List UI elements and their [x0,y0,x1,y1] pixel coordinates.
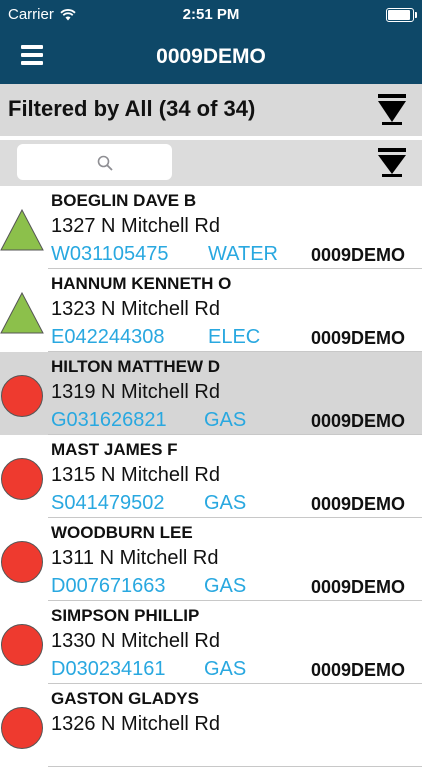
list-item[interactable]: WOODBURN LEE 1311 N Mitchell Rd D0076716… [0,518,422,601]
customer-name: HANNUM KENNETH O [51,274,232,293]
customer-name: WOODBURN LEE [51,523,193,542]
service-address: 1327 N Mitchell Rd [51,215,220,237]
list-item[interactable]: GASTON GLADYS 1326 N Mitchell Rd [0,684,422,767]
service-address: 1330 N Mitchell Rd [51,630,220,652]
battery-icon [386,8,417,22]
search-input[interactable] [17,144,172,180]
service-address: 1319 N Mitchell Rd [51,381,220,403]
route-label: 0009DEMO [311,660,406,680]
red-circle-icon [1,458,43,500]
filter-status-label: Filtered by All (34 of 34) [8,96,256,121]
customer-name: BOEGLIN DAVE B [51,191,197,210]
list-item[interactable]: HILTON MATTHEW D 1319 N Mitchell Rd G031… [0,352,422,435]
utility-type-link[interactable]: GAS [204,492,246,515]
meter-number-link[interactable]: D030234161 [51,658,166,681]
page-title: 0009DEMO [156,45,266,68]
service-address: 1326 N Mitchell Rd [51,713,220,735]
customer-name: HILTON MATTHEW D [51,357,221,376]
list-item[interactable]: BOEGLIN DAVE B 1327 N Mitchell Rd W03110… [0,186,422,269]
red-circle-icon [1,624,43,666]
utility-type-link[interactable]: GAS [204,658,246,681]
route-label: 0009DEMO [311,577,406,597]
utility-type-link[interactable]: WATER [208,243,278,266]
red-circle-icon [1,707,43,749]
route-label: 0009DEMO [311,328,406,348]
route-label: 0009DEMO [311,245,406,265]
red-circle-icon [1,375,43,417]
status-bar: Carrier 2:51 PM [0,0,422,30]
meter-number-link[interactable]: D007671663 [51,575,166,598]
list-item[interactable]: SIMPSON PHILLIP 1330 N Mitchell Rd D0302… [0,601,422,684]
service-address: 1311 N Mitchell Rd [51,547,219,569]
customer-name: SIMPSON PHILLIP [51,606,200,625]
filter-icon[interactable] [378,94,406,126]
customer-name: GASTON GLADYS [51,689,199,708]
route-label: 0009DEMO [311,411,406,431]
green-triangle-icon [0,208,44,251]
meter-number-link[interactable]: W031105475 [51,243,169,266]
sort-icon[interactable] [378,148,406,178]
search-icon [97,155,113,171]
meter-number-link[interactable]: S041479502 [51,492,164,515]
search-bar [0,140,422,186]
clock: 2:51 PM [182,6,240,23]
customer-name: MAST JAMES F [51,440,178,459]
meter-number-link[interactable]: E042244308 [51,326,164,349]
route-label: 0009DEMO [311,494,406,514]
meter-number-link[interactable]: G031626821 [51,409,167,432]
green-triangle-icon [0,291,44,334]
list-item[interactable]: MAST JAMES F 1315 N Mitchell Rd S0414795… [0,435,422,518]
navigation-bar: 0009DEMO [0,30,422,84]
utility-type-link[interactable]: ELEC [208,326,260,349]
utility-type-link[interactable]: GAS [204,575,246,598]
service-address: 1315 N Mitchell Rd [51,464,220,486]
account-list: BOEGLIN DAVE B 1327 N Mitchell Rd W03110… [0,186,422,767]
utility-type-link[interactable]: GAS [204,409,246,432]
list-item[interactable]: HANNUM KENNETH O 1323 N Mitchell Rd E042… [0,269,422,352]
service-address: 1323 N Mitchell Rd [51,298,220,320]
filter-bar[interactable]: Filtered by All (34 of 34) [0,84,422,136]
red-circle-icon [1,541,43,583]
